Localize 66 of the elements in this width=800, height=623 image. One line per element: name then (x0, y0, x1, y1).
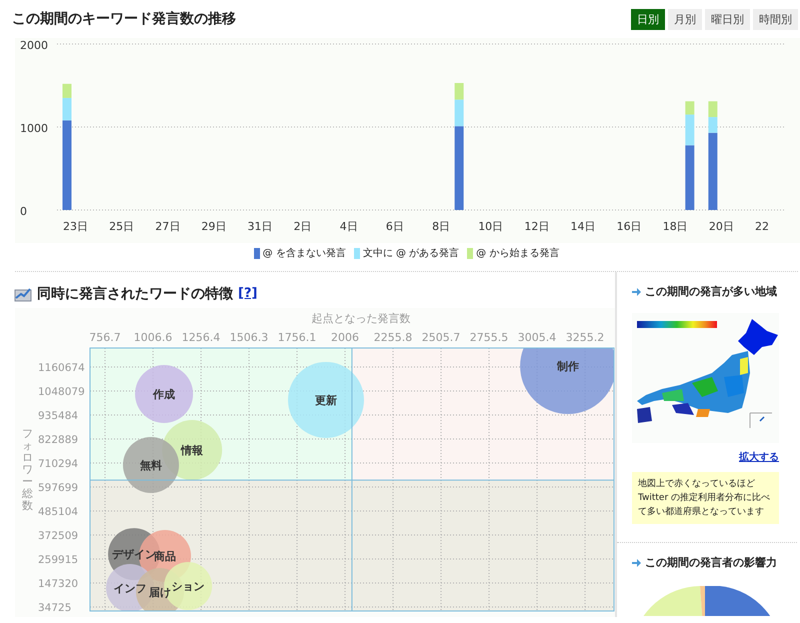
axis-label: 29日 (201, 220, 226, 233)
axis-label: 710294 (38, 458, 78, 470)
axis-label: 822889 (38, 434, 78, 446)
axis-label: 3255.2 (566, 331, 604, 344)
axis-label: 27日 (155, 220, 180, 233)
axis-label: 1006.6 (134, 331, 172, 344)
period-tab[interactable]: 時間別 (753, 8, 798, 30)
axis-label: 23日 (63, 220, 88, 233)
legend-label: 文中に @ がある発言 (362, 246, 460, 260)
axis-label: 31日 (248, 220, 273, 233)
axis-label: 2000 (20, 39, 48, 52)
bubble-label: インフ (114, 582, 147, 595)
axis-label: 372509 (38, 530, 78, 542)
axis-label: 6日 (386, 220, 404, 233)
axis-label: 20日 (708, 220, 734, 233)
axis-label: 22 (755, 220, 769, 233)
axis-label: 756.7 (89, 331, 121, 344)
enlarge-link[interactable]: 拡大する (739, 452, 779, 463)
axis-label: 25日 (109, 220, 134, 233)
map-note: 地図上で赤くなっているほど Twitter の推定利用者分布に比べて多い都道府県となっています (632, 472, 779, 524)
help-link[interactable]: [?] (238, 286, 258, 301)
axis-label: 1256.4 (182, 331, 220, 344)
bubble-label: ション (172, 580, 205, 594)
axis-label: 259915 (38, 554, 78, 566)
period-tab[interactable]: 曜日別 (705, 8, 750, 30)
axis-label: 147320 (38, 578, 78, 590)
bubble-label: 商品 (154, 550, 176, 563)
axis-label: 485104 (38, 506, 78, 518)
bubble-label: 制作 (557, 360, 580, 374)
axis-label: 1756.1 (278, 331, 316, 344)
period-tab[interactable]: 月別 (668, 8, 702, 30)
axis-label: 1506.3 (230, 331, 268, 344)
axis-label: 2006 (331, 331, 360, 344)
bubble-label: 作成 (153, 388, 176, 401)
axis-title: フォロワー総数 (22, 427, 33, 512)
axis-label: 597699 (38, 482, 78, 494)
axis-label: 0 (20, 205, 27, 218)
section-title: この期間の発言者の影響力 (645, 555, 777, 570)
legend-label: @ を含まない発言 (262, 246, 346, 260)
axis-label: 935484 (38, 410, 78, 422)
axis-label: 2日 (294, 220, 312, 233)
section-title: この期間のキーワード発言数の推移 (12, 10, 236, 28)
period-tab[interactable]: 日別 (631, 8, 665, 30)
axis-label: 10日 (478, 220, 504, 233)
axis-label: 34725 (38, 602, 72, 614)
axis-label: 8日 (432, 220, 450, 233)
axis-label: 1000 (20, 122, 48, 135)
axis-label: 4日 (340, 220, 358, 233)
axis-label: 3005.4 (518, 331, 556, 344)
axis-label: 2755.5 (470, 331, 508, 344)
axis-label: 2255.8 (374, 331, 412, 344)
bubble-label: 情報 (181, 444, 204, 458)
section-title: この期間の発言が多い地域 (645, 284, 777, 299)
axis-title: 起点となった発言数 (312, 312, 410, 325)
bubble-label: 無料 (140, 458, 162, 472)
axis-label: 2505.7 (422, 331, 460, 344)
axis-label: 12日 (524, 220, 550, 233)
axis-label: 16日 (616, 220, 642, 233)
axis-label: 1048079 (38, 386, 85, 398)
section-title: 同時に発言されたワードの特徴 (37, 284, 233, 302)
legend-label: @ から始まる発言 (476, 246, 560, 260)
axis-label: 14日 (570, 220, 596, 233)
bubble-label: 更新 (315, 394, 337, 407)
axis-label: 1160674 (38, 362, 85, 374)
bubble-label: 届け (149, 586, 171, 600)
axis-label: 18日 (662, 220, 688, 233)
